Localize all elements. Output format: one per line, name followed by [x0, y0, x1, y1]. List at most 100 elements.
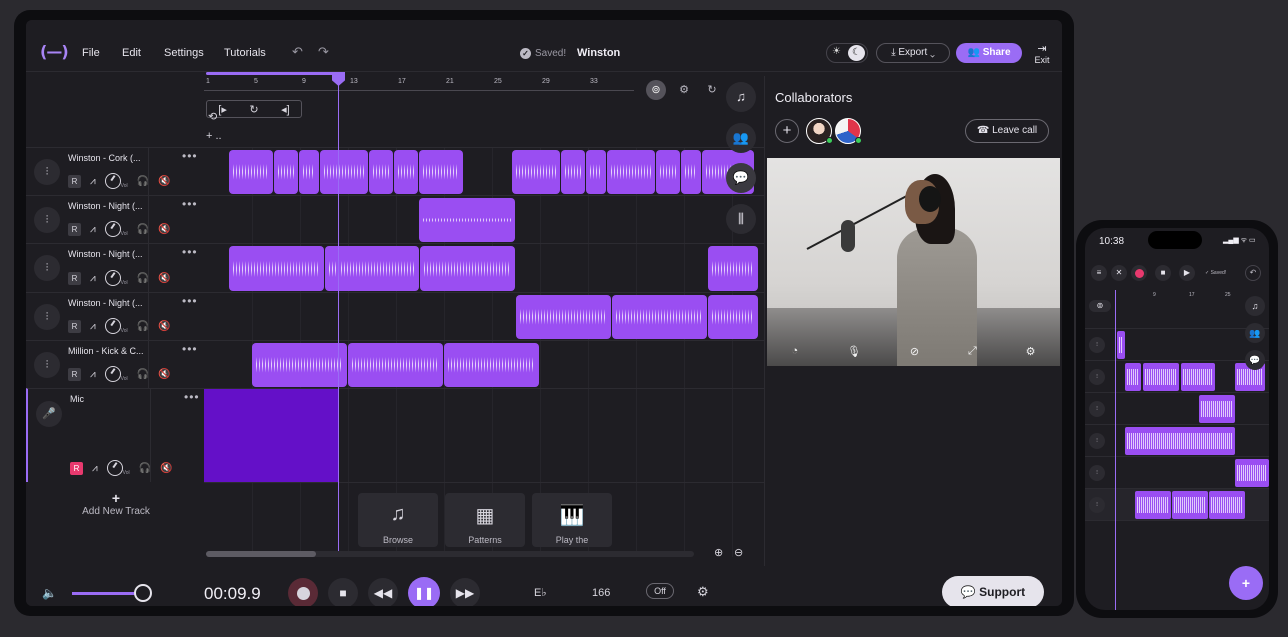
share-button[interactable]: 👥 Share — [956, 43, 1022, 63]
automation-icon[interactable]: ⩘ — [92, 463, 98, 474]
track-header[interactable]: ⫶ Winston - Night (... ••• R ⩘ Vol 🎧 🔇 — [26, 292, 204, 340]
audio-clip[interactable] — [708, 295, 758, 339]
camera-off-icon[interactable]: ⊘ — [910, 345, 919, 358]
track-lane[interactable] — [204, 243, 764, 292]
menu-edit[interactable]: Edit — [122, 47, 141, 59]
gear-icon[interactable]: ⚙ — [697, 584, 709, 600]
track-name[interactable]: Million - Kick & C... — [68, 346, 148, 356]
more-icon[interactable]: ••• — [182, 245, 198, 259]
waveform-icon[interactable]: ⫶ — [1089, 368, 1105, 385]
audio-clip[interactable] — [1199, 395, 1235, 423]
audio-clip[interactable] — [229, 150, 273, 194]
audio-clip[interactable] — [419, 198, 515, 242]
record-arm-button[interactable]: R — [68, 271, 81, 285]
track-lane[interactable] — [204, 292, 764, 340]
collaborators-icon[interactable]: 👥 — [1245, 323, 1265, 343]
volume-knob[interactable] — [104, 270, 121, 286]
mute-icon[interactable]: 🔇 — [158, 321, 170, 332]
loop-region[interactable] — [206, 72, 338, 75]
track-name[interactable]: Mic — [70, 394, 150, 404]
play-button[interactable]: ▶ — [1179, 265, 1195, 281]
record-arm-button[interactable]: R — [68, 222, 81, 236]
browse-card[interactable]: ♫ Browse — [358, 493, 438, 547]
record-arm-button[interactable]: R — [70, 461, 83, 475]
menu-settings[interactable]: Settings — [164, 47, 204, 59]
track-lane[interactable]: ⫶ — [1085, 328, 1269, 360]
music-note-icon[interactable]: ♫ — [726, 82, 756, 112]
add-collaborator-button[interactable]: + — [775, 119, 799, 143]
mute-icon[interactable]: 🔇 — [160, 463, 172, 474]
redo-icon[interactable]: ↷ — [318, 44, 329, 60]
chat-icon[interactable]: 💬 — [1245, 350, 1265, 370]
volume-knob-icon[interactable]: ◔ — [791, 345, 798, 357]
repeat-icon[interactable]: ⟲ — [208, 110, 217, 123]
track-lane[interactable] — [204, 340, 764, 388]
audio-clip[interactable] — [1135, 491, 1171, 519]
audio-clip[interactable] — [1117, 331, 1125, 359]
mute-icon[interactable]: 🔇 — [158, 224, 170, 235]
audio-clip[interactable] — [1235, 459, 1269, 487]
waveform-icon[interactable]: ⫶ — [34, 255, 60, 281]
scrollbar-thumb[interactable] — [206, 551, 316, 557]
track-lane[interactable]: ⫶ — [1085, 360, 1269, 392]
horizontal-scrollbar[interactable] — [206, 551, 694, 557]
waveform-icon[interactable]: ⫶ — [34, 352, 60, 378]
volume-knob[interactable] — [104, 366, 121, 382]
automation-icon[interactable]: ⩘ — [90, 321, 96, 332]
track-lane[interactable]: ⫶ — [1085, 392, 1269, 424]
mic-icon[interactable]: 🎤 — [36, 401, 62, 427]
leave-call-button[interactable]: ☎ Leave call — [965, 119, 1049, 143]
audio-clip[interactable] — [274, 150, 298, 194]
track-lane[interactable]: ⫶ — [1085, 424, 1269, 456]
audio-clip[interactable] — [586, 150, 606, 194]
audio-clip[interactable] — [369, 150, 393, 194]
track-header[interactable]: ⫶ Winston - Night (... ••• R ⩘ Vol 🎧 🔇 — [26, 195, 204, 243]
export-button[interactable]: ⤓ Export ⌄ — [876, 43, 950, 63]
waveform-icon[interactable]: ⫶ — [1089, 496, 1105, 513]
audio-clip[interactable] — [512, 150, 560, 194]
audio-clip[interactable] — [1125, 363, 1141, 391]
waveform-icon[interactable]: ⫶ — [34, 304, 60, 330]
audio-clip[interactable] — [394, 150, 418, 194]
audio-clip[interactable] — [444, 343, 539, 387]
stop-button[interactable]: ■ — [1155, 265, 1171, 281]
add-button[interactable]: + — [1229, 566, 1263, 600]
automation-icon[interactable]: ⩘ — [90, 176, 96, 187]
mute-icon[interactable]: 🔇 — [158, 273, 170, 284]
track-name[interactable]: Winston - Night (... — [68, 249, 148, 259]
waveform-icon[interactable]: ⫶ — [1089, 464, 1105, 481]
loop-icon[interactable]: ⊚ — [1089, 300, 1111, 312]
waveform-icon[interactable]: ⫶ — [34, 159, 60, 185]
tempo-bpm[interactable]: 166 — [592, 587, 610, 599]
record-arm-button[interactable]: R — [68, 174, 81, 188]
volume-knob[interactable] — [106, 460, 123, 476]
waveform-icon[interactable]: ⫶ — [1089, 400, 1105, 417]
audio-clip[interactable] — [1125, 427, 1235, 455]
more-icon[interactable]: ••• — [182, 342, 198, 356]
waveform-icon[interactable]: ⫶ — [34, 207, 60, 233]
avatar[interactable] — [806, 118, 833, 144]
audio-clip[interactable] — [299, 150, 319, 194]
more-icon[interactable]: ••• — [182, 149, 198, 163]
track-lane[interactable] — [204, 147, 764, 195]
add-track-button[interactable]: + Add New Track — [66, 490, 166, 517]
zoom-out-icon[interactable]: ⊖ — [734, 546, 743, 559]
audio-clip[interactable] — [681, 150, 701, 194]
automation-icon[interactable]: ⩘ — [90, 369, 96, 380]
volume-knob[interactable] — [104, 173, 121, 189]
zoom-in-icon[interactable]: ⊕ — [714, 546, 723, 559]
track-lane[interactable]: ⫶ — [1085, 456, 1269, 488]
support-button[interactable]: 💬 Support — [942, 576, 1044, 606]
loop-start-icon[interactable]: [▸ — [218, 103, 227, 116]
audio-clip[interactable] — [320, 150, 368, 194]
mic-off-icon[interactable]: 🎙 — [847, 345, 861, 358]
expand-icon[interactable]: ⤢ — [968, 345, 977, 358]
chat-icon[interactable]: 💬 — [726, 163, 756, 193]
mute-icon[interactable]: 🔇 — [158, 369, 170, 380]
audio-clip[interactable] — [420, 246, 515, 291]
track-name[interactable]: Winston - Cork (... — [68, 153, 148, 163]
timeline-ruler[interactable]: 1 5 9 13 17 21 25 29 33 — [204, 72, 624, 96]
audio-clip[interactable] — [1172, 491, 1208, 519]
audio-clip[interactable] — [348, 343, 443, 387]
collaborators-icon[interactable]: 👥 — [726, 123, 756, 153]
